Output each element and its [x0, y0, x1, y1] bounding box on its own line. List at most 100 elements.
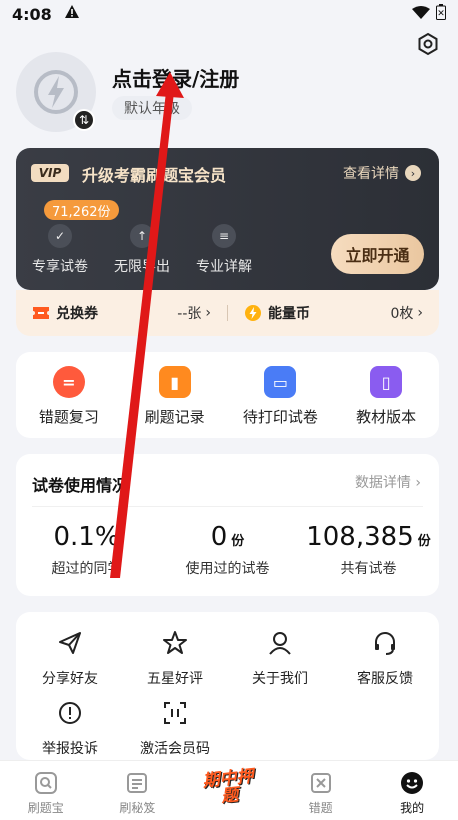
voucher-entry[interactable]: 兑换券 --张 › [16, 303, 227, 323]
tab-label: 刷题宝 [27, 801, 64, 815]
menu-label: 分享好友 [42, 671, 98, 687]
open-vip-button[interactable]: 立即开通 [331, 234, 424, 274]
stats-title: 试卷使用情况 [32, 476, 129, 495]
lightning-logo-icon [34, 70, 78, 114]
menu-report[interactable]: 举报投诉 [18, 700, 122, 758]
stat-used-papers: 0份 使用过的试卷 [157, 522, 298, 578]
quick-action-wrong-review[interactable]: = 错题复习 [16, 352, 122, 438]
quick-action-label: 错题复习 [38, 408, 99, 426]
grade-tag[interactable]: 默认年级 [112, 96, 192, 120]
quick-action-label: 教材版本 [356, 408, 417, 426]
quick-action-label: 待打印试卷 [242, 408, 318, 426]
vip-feature-explain[interactable]: ≡ 专业详解 [182, 224, 266, 276]
record-icon: ▮ [158, 366, 191, 398]
vip-card: VIP 升级考霸刷题宝会员 查看详情 › 71,262份 ✓ 专享试卷 ↑ 无限… [16, 148, 439, 290]
headset-icon [375, 632, 395, 655]
vip-detail-label: 查看详情 [343, 166, 399, 182]
exclusive-paper-icon: ✓ [48, 224, 72, 248]
gear-icon [418, 32, 438, 56]
quick-actions-card: = 错题复习 ▮ 刷题记录 ▭ 待打印试卷 ▯ 教材版本 [16, 352, 439, 438]
ticket-icon [33, 307, 49, 319]
coupon-bar: 兑换券 --张 › 能量币 0枚 › [16, 290, 439, 336]
clock: 4:08 [12, 4, 52, 24]
report-icon [59, 702, 81, 724]
energy-coin-icon [245, 305, 261, 321]
stat-total-papers: 108,385 份 共有试卷 [298, 522, 439, 578]
menu-rate[interactable]: 五星好评 [123, 630, 227, 688]
tab-label: 刷秘笈 [119, 801, 156, 815]
menu-card: 分享好友 五星好评 关于我们 客服反馈 举报投诉 激活会员码 [16, 612, 439, 760]
switch-account-icon[interactable]: ⇅ [73, 109, 95, 131]
menu-label: 激活会员码 [140, 741, 210, 757]
menu-label: 五星好评 [147, 671, 203, 687]
svg-text:✕: ✕ [437, 9, 445, 19]
stat-label: 共有试卷 [340, 561, 397, 577]
book-icon: ▯ [370, 366, 403, 398]
voucher-value: --张 [177, 306, 202, 322]
tab-mine[interactable]: 我的 [366, 761, 458, 820]
wrong-book-icon [310, 773, 331, 793]
quick-action-textbook[interactable]: ▯ 教材版本 [333, 352, 439, 438]
login-register-link[interactable]: 点击登录/注册 [112, 63, 239, 92]
user-icon [269, 632, 291, 655]
quick-action-record[interactable]: ▮ 刷题记录 [122, 352, 228, 438]
vip-feature-label: 专业详解 [196, 259, 252, 275]
battery-icon: ✕ [436, 4, 446, 24]
settings-button[interactable] [416, 32, 440, 56]
quick-action-label: 刷题记录 [144, 408, 205, 426]
search-book-icon [34, 772, 57, 794]
stat-value: 0.1% [53, 522, 120, 552]
export-icon: ↑ [130, 224, 154, 248]
voucher-label: 兑换券 [56, 306, 98, 322]
menu-share[interactable]: 分享好友 [18, 630, 122, 688]
stat-value: 108,385 [306, 522, 414, 552]
share-icon [59, 632, 81, 654]
tab-home[interactable]: 刷题宝 [0, 761, 92, 820]
coin-value: 0枚 [390, 306, 414, 322]
status-bar: 4:08 ✕ [0, 0, 458, 28]
bottom-tab-bar: 刷题宝 刷秘笈 期中押题 错题 我的 [0, 760, 458, 820]
scan-icon [164, 702, 186, 724]
menu-label: 关于我们 [252, 671, 308, 687]
promo-badge: 期中押题 [201, 766, 255, 807]
stat-unit: 份 [417, 534, 431, 549]
scroll-icon [127, 773, 148, 793]
chevron-right-icon: › [415, 475, 421, 491]
stat-label: 使用过的试卷 [185, 561, 270, 577]
vip-feature-exclusive[interactable]: ✓ 专享试卷 [18, 224, 102, 276]
stats-detail-link[interactable]: 数据详情 › [355, 472, 421, 492]
stat-label: 超过的同学 [51, 561, 122, 577]
document-icon: ≡ [212, 224, 236, 248]
vip-title: 升级考霸刷题宝会员 [82, 166, 227, 185]
vip-feature-label: 专享试卷 [32, 259, 88, 275]
star-icon [163, 631, 187, 654]
warning-icon [64, 4, 80, 24]
stats-detail-label: 数据详情 [354, 475, 411, 491]
tab-label: 错题 [308, 801, 333, 815]
stats-card: 试卷使用情况 数据详情 › 0.1% 超过的同学 0份 使用过的试卷 108,3… [16, 454, 439, 596]
vip-detail-link[interactable]: 查看详情 › [343, 163, 421, 183]
smile-icon [401, 772, 424, 794]
quick-action-print[interactable]: ▭ 待打印试卷 [228, 352, 334, 438]
tab-label: 我的 [400, 801, 425, 815]
menu-about[interactable]: 关于我们 [228, 630, 332, 688]
tab-tips[interactable]: 刷秘笈 [92, 761, 184, 820]
vip-badge: VIP [31, 164, 69, 182]
menu-activate-code[interactable]: 激活会员码 [123, 700, 227, 758]
vip-feature-export[interactable]: ↑ 无限导出 [100, 224, 184, 276]
divider [32, 506, 423, 507]
menu-support[interactable]: 客服反馈 [333, 630, 437, 688]
tab-promo[interactable]: 期中押题 [183, 761, 275, 820]
coin-label: 能量币 [268, 306, 310, 322]
stat-beat-percent: 0.1% 超过的同学 [16, 522, 157, 578]
tab-wrong[interactable]: 错题 [275, 761, 367, 820]
review-icon: = [52, 366, 85, 398]
energy-coin-entry[interactable]: 能量币 0枚 › [228, 303, 439, 323]
stat-value: 0 [210, 522, 228, 552]
menu-label: 举报投诉 [42, 741, 98, 757]
vip-count-badge: 71,262份 [44, 200, 119, 220]
menu-label: 客服反馈 [357, 671, 413, 687]
chevron-right-icon: › [417, 305, 423, 321]
vip-feature-label: 无限导出 [114, 259, 170, 275]
chevron-right-icon: › [405, 165, 421, 181]
